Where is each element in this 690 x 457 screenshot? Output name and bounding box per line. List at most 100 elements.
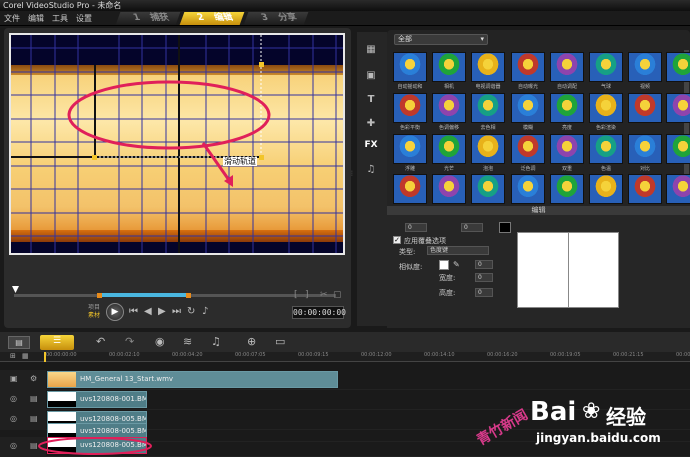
menu-settings[interactable]: 设置 (76, 11, 92, 26)
filter-thumbnail[interactable] (511, 134, 545, 164)
visibility-icon[interactable]: ◎ (10, 441, 17, 450)
graphic-icon[interactable]: ✚ (363, 118, 379, 132)
mode-clip-label[interactable]: 素材 (88, 312, 100, 319)
volume-icon[interactable]: ♪ (202, 305, 208, 319)
filter-thumbnail[interactable] (471, 52, 505, 82)
play-button[interactable]: ▶ (106, 303, 124, 321)
filter-thumbnail[interactable] (628, 52, 662, 82)
filter-thumbnail[interactable] (666, 52, 690, 82)
ruler-tick-label: 00:00:04:20 (172, 352, 203, 358)
cut-icon[interactable]: ✂ (320, 290, 328, 300)
color-swatch[interactable] (499, 222, 511, 233)
fx-filter-icon[interactable]: FX (363, 140, 379, 154)
preview-screen[interactable]: 滑动轨道 (9, 33, 345, 255)
menu-tools[interactable]: 工具 (52, 11, 68, 26)
storyboard-view-icon[interactable]: ▤ (8, 336, 30, 349)
filter-thumbnail[interactable] (393, 52, 427, 82)
timecode-display[interactable]: 00:00:00:00 (292, 306, 346, 319)
filter-thumbnail[interactable] (471, 134, 505, 164)
timeline-ruler[interactable]: ⊞ ▦ 00:00:00:00 00:00:02:10 00:00:04:20 00:… (0, 352, 690, 362)
ruler-tick-label: 00:00:09:15 (298, 352, 329, 358)
filter-thumbnail[interactable] (432, 174, 466, 204)
eyedropper-icon[interactable]: ✎ (453, 260, 460, 269)
sound-mixer-icon[interactable]: ≋ (183, 335, 192, 348)
grid-overlay (11, 35, 343, 253)
filter-thumbnail[interactable] (432, 52, 466, 82)
height-input[interactable]: 0 (475, 288, 493, 297)
filter-thumbnail[interactable] (511, 93, 545, 123)
instant-project-icon[interactable]: ▣ (363, 70, 379, 84)
trim-range[interactable] (100, 293, 188, 297)
filter-thumbnail[interactable] (550, 174, 584, 204)
option-field-1[interactable]: 0 (405, 223, 427, 232)
filter-thumbnail[interactable] (589, 52, 623, 82)
step-tab-capture[interactable]: 1 捕获 (115, 12, 181, 25)
filter-thumbnail[interactable] (666, 174, 690, 204)
filter-thumbnail[interactable] (471, 93, 505, 123)
repeat-icon[interactable]: ↻ (187, 305, 195, 319)
filter-thumbnail[interactable] (589, 174, 623, 204)
home-icon[interactable]: ⏮ (129, 305, 138, 319)
audio-icon[interactable]: ♫ (363, 164, 379, 178)
enlarge-icon[interactable]: ▢ (333, 290, 342, 300)
filter-thumbnail[interactable] (550, 93, 584, 123)
redo-icon[interactable]: ↷ (125, 335, 134, 348)
filter-thumbnail[interactable] (589, 134, 623, 164)
filter-thumbnail[interactable] (471, 174, 505, 204)
filter-thumbnail[interactable] (432, 134, 466, 164)
mark-in-icon[interactable] (97, 293, 102, 298)
filter-thumbnail[interactable] (628, 174, 662, 204)
menu-file[interactable]: 文件 (4, 11, 20, 26)
filter-thumbnail[interactable] (628, 134, 662, 164)
filter-thumbnail[interactable] (666, 93, 690, 123)
video-track: ▣ ⚙ HM_General 13_Start.wmv (0, 370, 690, 390)
filter-thumbnail[interactable] (666, 134, 690, 164)
mark-in-button[interactable]: [ (294, 290, 298, 300)
motion-track-icon[interactable]: ⊕ (247, 335, 256, 348)
overlay-clip-1[interactable]: uvs120808-001.BMP (47, 391, 147, 408)
type-select[interactable]: 色度键 (427, 246, 489, 255)
filter-thumbnail[interactable] (393, 134, 427, 164)
mark-out-icon[interactable] (186, 293, 191, 298)
overlay-checkbox[interactable]: ✓ (393, 236, 401, 244)
prev-frame-icon[interactable]: ◀ (144, 305, 152, 319)
filter-thumbnail[interactable] (511, 52, 545, 82)
menu-edit[interactable]: 编辑 (28, 11, 44, 26)
filter-thumbnail[interactable] (550, 134, 584, 164)
watermark: 青竹新闻 Bai ❀ 经验 jingyan.baidu.com (470, 393, 690, 457)
options-toggle-bar[interactable]: 编辑 (387, 206, 690, 215)
step-tab-edit[interactable]: 2 编辑 (179, 12, 245, 25)
panel-collapse-icon[interactable]: ⋮ (349, 170, 355, 182)
key-color-swatch[interactable] (439, 260, 449, 270)
overlay-track-icon[interactable]: ▤ (30, 394, 38, 403)
visibility-icon[interactable]: ◎ (10, 394, 17, 403)
filter-thumbnail[interactable] (628, 93, 662, 123)
width-input[interactable]: 0 (475, 273, 493, 282)
zoom-fit-icon[interactable]: ⊞ (10, 352, 16, 360)
filter-thumbnail[interactable] (550, 52, 584, 82)
filter-thumbnail[interactable] (432, 93, 466, 123)
undo-icon[interactable]: ↶ (96, 335, 105, 348)
end-icon[interactable]: ⏭ (172, 305, 181, 319)
option-field-2[interactable]: 0 (461, 223, 483, 232)
media-icon[interactable]: ▦ (363, 44, 379, 58)
mark-out-button[interactable]: ] (305, 290, 309, 300)
record-capture-icon[interactable]: ◉ (155, 335, 165, 348)
mode-project-label[interactable]: 项目 (88, 304, 100, 311)
filter-thumbnail[interactable] (393, 93, 427, 123)
track-manager-icon[interactable]: ▦ (22, 352, 29, 360)
step-tab-share[interactable]: 3 分享 (243, 12, 309, 25)
similarity-input[interactable]: 0 (475, 260, 493, 269)
filter-thumbnail[interactable] (589, 93, 623, 123)
filter-thumbnail[interactable] (393, 174, 427, 204)
next-frame-icon[interactable]: ▶ (158, 305, 166, 319)
timeline-view-icon[interactable]: ☰ (40, 335, 74, 350)
subtitle-editor-icon[interactable]: ▭ (275, 335, 285, 348)
title-icon[interactable]: T (363, 94, 379, 108)
auto-music-icon[interactable]: ♫ (211, 335, 221, 348)
library-category-dropdown[interactable]: 全部 ▾ (394, 34, 488, 45)
timeline-clip[interactable]: HM_General 13_Start.wmv (47, 371, 338, 388)
video-track-icon[interactable]: ▣ (10, 374, 18, 383)
filter-thumbnail[interactable] (511, 174, 545, 204)
ripple-toggle-icon[interactable]: ⚙ (30, 374, 37, 383)
